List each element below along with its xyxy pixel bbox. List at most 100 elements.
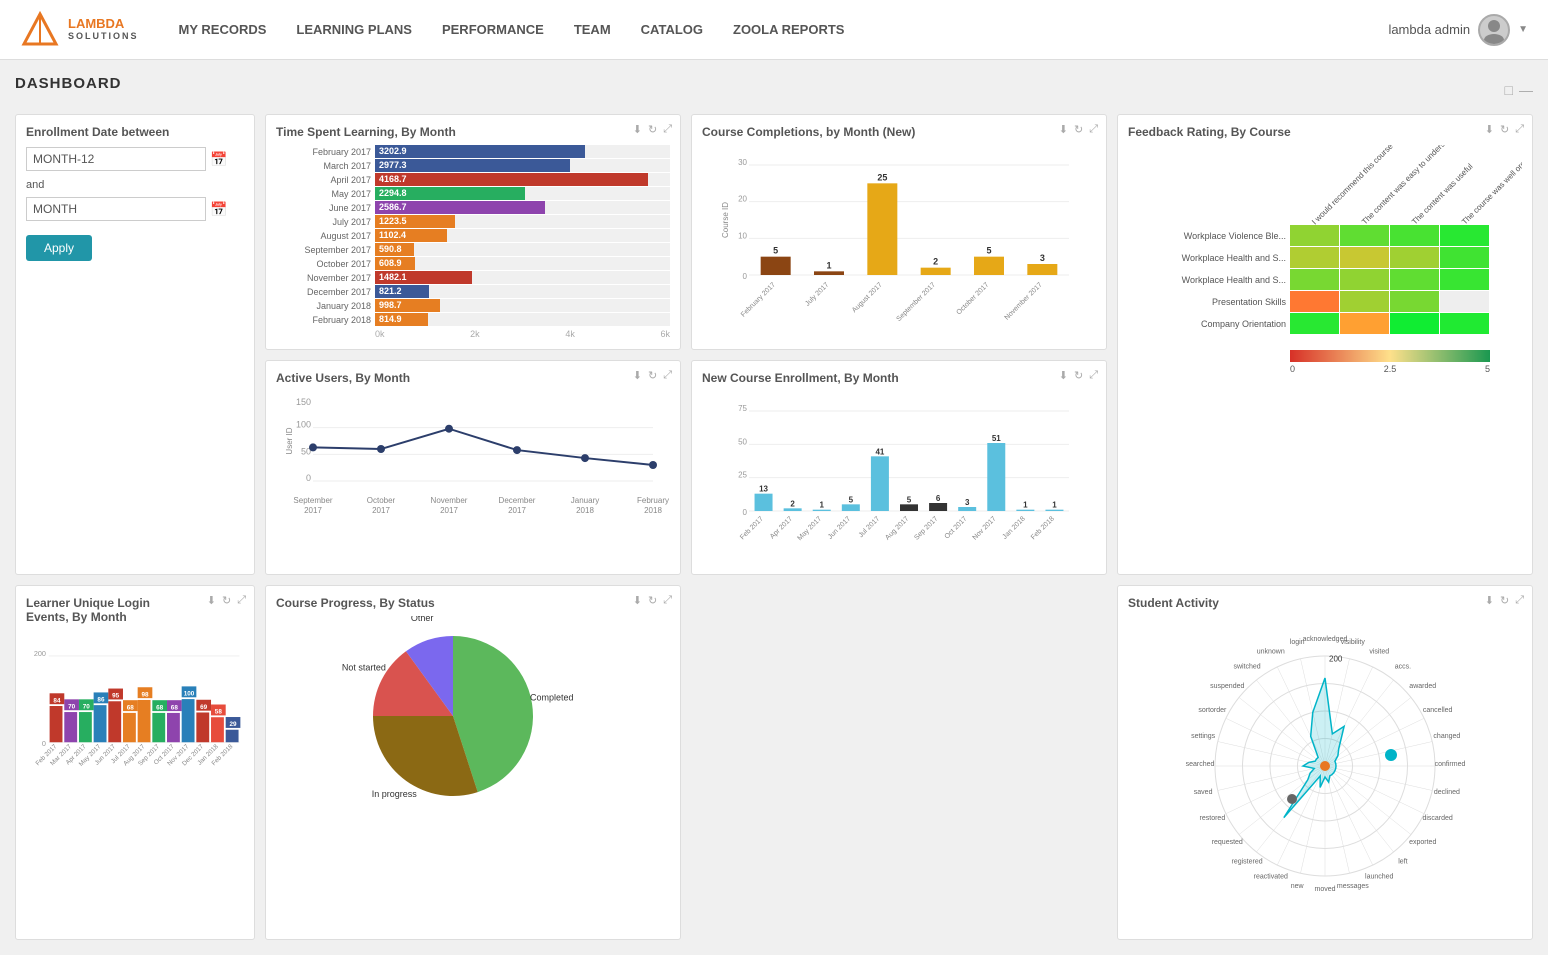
refresh-icon[interactable]: ↻ <box>1500 123 1509 136</box>
svg-text:1: 1 <box>820 501 825 510</box>
heatmap-cell <box>1290 291 1339 312</box>
expand-icon[interactable]: ⤢ <box>237 594 246 607</box>
svg-text:Feb 2017: Feb 2017 <box>739 515 765 541</box>
expand-icon[interactable]: ⤢ <box>1089 369 1098 382</box>
filter-to-input[interactable] <box>26 197 206 221</box>
svg-text:new: new <box>1291 883 1305 890</box>
nav-team[interactable]: TEAM <box>574 18 611 41</box>
svg-text:3: 3 <box>965 498 970 507</box>
download-icon[interactable]: ⬇ <box>1485 594 1494 607</box>
svg-text:0: 0 <box>743 508 748 517</box>
enrollment-bar <box>784 508 802 511</box>
heatmap-cell <box>1290 313 1339 334</box>
heatmap-cell <box>1290 269 1339 290</box>
svg-text:200: 200 <box>1329 655 1343 664</box>
download-icon[interactable]: ⬇ <box>1485 123 1494 136</box>
login-bar <box>182 699 195 742</box>
svg-text:accs.: accs. <box>1395 663 1411 670</box>
refresh-icon[interactable]: ↻ <box>222 594 231 607</box>
nav-my-records[interactable]: MY RECORDS <box>179 18 267 41</box>
calendar-from-icon[interactable]: 📅 <box>210 151 227 168</box>
new-enrollment-card-title: New Course Enrollment, By Month <box>702 371 1096 385</box>
nav-catalog[interactable]: CATALOG <box>641 18 703 41</box>
download-icon[interactable]: ⬇ <box>633 123 642 136</box>
svg-text:Sep 2017: Sep 2017 <box>913 515 939 541</box>
download-icon[interactable]: ⬇ <box>633 369 642 382</box>
enrollment-bar <box>813 510 831 511</box>
svg-text:Feb 2018: Feb 2018 <box>1030 515 1056 541</box>
login-bar <box>108 701 121 742</box>
svg-text:10: 10 <box>738 231 747 240</box>
svg-text:October 2017: October 2017 <box>955 281 990 316</box>
svg-text:sortorder: sortorder <box>1198 707 1227 714</box>
svg-text:February: February <box>637 496 669 505</box>
nav-learning-plans[interactable]: LEARNING PLANS <box>296 18 412 41</box>
download-icon[interactable]: ⬇ <box>1059 369 1068 382</box>
heatmap-cell <box>1390 247 1439 268</box>
svg-text:5: 5 <box>907 495 912 504</box>
expand-icon[interactable]: ⤢ <box>663 594 672 607</box>
refresh-icon[interactable]: ↻ <box>1074 123 1083 136</box>
svg-text:13: 13 <box>759 485 768 494</box>
refresh-icon[interactable]: ↻ <box>648 594 657 607</box>
nav-performance[interactable]: PERFORMANCE <box>442 18 544 41</box>
svg-text:Jul 2017: Jul 2017 <box>858 515 882 539</box>
download-icon[interactable]: ⬇ <box>1059 123 1068 136</box>
enrollment-bar <box>929 503 947 511</box>
svg-text:saved: saved <box>1194 789 1213 796</box>
enrollment-bar <box>1045 510 1063 511</box>
svg-text:50: 50 <box>738 437 747 446</box>
download-icon[interactable]: ⬇ <box>207 594 216 607</box>
svg-text:0: 0 <box>42 739 46 748</box>
new-enrollment-card: New Course Enrollment, By Month ⬇ ↻ ⤢ 75… <box>691 360 1107 575</box>
svg-text:20: 20 <box>738 195 747 204</box>
svg-text:declined: declined <box>1434 789 1460 796</box>
svg-text:confirmed: confirmed <box>1435 761 1466 768</box>
svg-text:suspended: suspended <box>1210 683 1244 690</box>
time-spent-card-title: Time Spent Learning, By Month <box>276 125 670 139</box>
logo-line2: SOLUTIONS <box>68 32 139 42</box>
feedback-card-title: Feedback Rating, By Course <box>1128 125 1522 139</box>
login-bar <box>167 713 180 742</box>
calendar-to-icon[interactable]: 📅 <box>210 201 227 218</box>
svg-text:Nov 2017: Nov 2017 <box>972 515 998 541</box>
login-bar <box>226 730 239 743</box>
svg-text:68: 68 <box>171 704 179 711</box>
apply-button[interactable]: Apply <box>26 235 92 261</box>
expand-icon[interactable]: ⤢ <box>663 123 672 136</box>
refresh-icon[interactable]: ↻ <box>1074 369 1083 382</box>
filter-from-input[interactable] <box>26 147 206 171</box>
login-bar <box>94 705 107 742</box>
bar-row: November 2017 1482.1 <box>276 271 670 284</box>
enrollment-bar <box>755 494 773 511</box>
dashboard-restore-icon[interactable]: □ <box>1505 82 1513 98</box>
svg-text:September: September <box>293 496 332 505</box>
svg-text:1: 1 <box>826 260 831 270</box>
svg-text:awarded: awarded <box>1409 683 1436 690</box>
time-spent-card: Time Spent Learning, By Month ⬇ ↻ ⤢ Febr… <box>265 114 681 350</box>
svg-text:October: October <box>367 496 396 505</box>
refresh-icon[interactable]: ↻ <box>648 123 657 136</box>
nav-zoola-reports[interactable]: ZOOLA REPORTS <box>733 18 844 41</box>
svg-text:login: login <box>1290 639 1305 646</box>
svg-text:February 2017: February 2017 <box>740 281 777 318</box>
expand-icon[interactable]: ⤢ <box>1515 123 1524 136</box>
dashboard-minimize-icon[interactable]: — <box>1519 82 1533 98</box>
svg-text:I would recommend this course: I would recommend this course <box>1310 145 1395 226</box>
bar-row: July 2017 1223.5 <box>276 215 670 228</box>
refresh-icon[interactable]: ↻ <box>648 369 657 382</box>
expand-icon[interactable]: ⤢ <box>663 369 672 382</box>
svg-text:Workplace Health and S...: Workplace Health and S... <box>1182 275 1286 285</box>
user-dropdown-icon[interactable]: ▼ <box>1518 24 1528 35</box>
svg-text:Company Orientation: Company Orientation <box>1201 319 1286 329</box>
expand-icon[interactable]: ⤢ <box>1515 594 1524 607</box>
svg-text:messages: messages <box>1337 883 1369 890</box>
expand-icon[interactable]: ⤢ <box>1089 123 1098 136</box>
svg-text:2: 2 <box>790 499 795 508</box>
download-icon[interactable]: ⬇ <box>633 594 642 607</box>
bar-row: March 2017 2977.3 <box>276 159 670 172</box>
bar-row: February 2017 3202.9 <box>276 145 670 158</box>
refresh-icon[interactable]: ↻ <box>1500 594 1509 607</box>
bar-row: October 2017 608.9 <box>276 257 670 270</box>
course-completions-card-title: Course Completions, by Month (New) <box>702 125 1096 139</box>
